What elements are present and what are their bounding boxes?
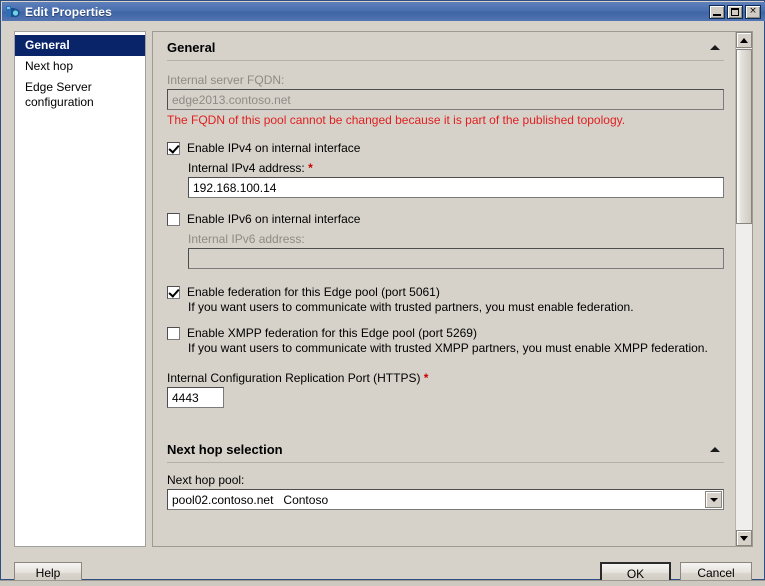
navigation-list[interactable]: General Next hop Edge Server configurati…	[14, 31, 146, 547]
enable-federation-row[interactable]: Enable federation for this Edge pool (po…	[167, 285, 724, 299]
ipv6-address-label: Internal IPv6 address:	[188, 232, 305, 246]
replication-port-group: Internal Configuration Replication Port …	[167, 371, 724, 408]
maximize-button[interactable]	[727, 4, 743, 19]
enable-federation-checkbox[interactable]	[167, 286, 180, 299]
desktop-background-strip	[0, 580, 765, 586]
replication-port-required-marker: *	[423, 371, 429, 385]
title-bar[interactable]: Edit Properties ×	[2, 2, 765, 21]
ipv4-address-label: Internal IPv4 address: *	[188, 161, 724, 175]
section-header-general[interactable]: General	[167, 40, 724, 61]
window-title: Edit Properties	[25, 4, 112, 19]
ipv6-field-group: Internal IPv6 address:	[188, 232, 724, 269]
minimize-button[interactable]	[709, 4, 725, 19]
section-title-general: General	[167, 40, 216, 55]
settings-scroll-area: General Internal server FQDN: The FQDN o…	[153, 32, 736, 546]
fqdn-label: Internal server FQDN:	[167, 73, 285, 87]
sidebar-item-edge-server-configuration[interactable]: Edge Server configuration	[15, 77, 145, 113]
enable-ipv6-checkbox[interactable]	[167, 213, 180, 226]
enable-xmpp-federation-row[interactable]: Enable XMPP federation for this Edge poo…	[167, 326, 724, 340]
settings-panel: General Internal server FQDN: The FQDN o…	[152, 31, 753, 547]
sidebar-item-general[interactable]: General	[15, 35, 145, 56]
edit-properties-dialog: Edit Properties × General Next hop Edge …	[0, 0, 765, 585]
internal-ipv4-address-input[interactable]	[188, 177, 724, 198]
internal-ipv6-address-input	[188, 248, 724, 269]
federation-description: If you want users to communicate with tr…	[188, 300, 634, 314]
ipv4-address-label-text: Internal IPv4 address:	[188, 161, 305, 175]
enable-ipv4-checkbox[interactable]	[167, 142, 180, 155]
chevron-up-icon-next-hop[interactable]	[710, 447, 720, 452]
replication-port-input[interactable]	[167, 387, 224, 408]
enable-ipv6-label: Enable IPv6 on internal interface	[187, 212, 361, 226]
settings-scrollbar[interactable]	[735, 32, 752, 546]
ipv4-field-group: Internal IPv4 address: *	[188, 161, 724, 198]
fqdn-error-message: The FQDN of this pool cannot be changed …	[167, 113, 626, 127]
enable-federation-label: Enable federation for this Edge pool (po…	[187, 285, 440, 299]
next-hop-pool-select[interactable]: pool02.contoso.net Contoso	[167, 489, 724, 510]
section-header-next-hop-selection[interactable]: Next hop selection	[167, 442, 724, 463]
enable-xmpp-federation-label: Enable XMPP federation for this Edge poo…	[187, 326, 477, 340]
lync-edge-icon	[5, 4, 21, 20]
enable-ipv4-row[interactable]: Enable IPv4 on internal interface	[167, 141, 724, 155]
enable-xmpp-federation-checkbox[interactable]	[167, 327, 180, 340]
scroll-down-button[interactable]	[736, 530, 752, 546]
ipv4-required-marker: *	[308, 161, 313, 175]
xmpp-federation-description: If you want users to communicate with tr…	[188, 341, 708, 355]
sidebar-item-next-hop[interactable]: Next hop	[15, 56, 145, 77]
next-hop-pool-value: pool02.contoso.net Contoso	[172, 492, 329, 507]
dialog-body: General Next hop Edge Server configurati…	[2, 21, 765, 585]
internal-server-fqdn-input	[167, 89, 724, 110]
chevron-up-icon[interactable]	[710, 45, 720, 50]
scroll-up-button[interactable]	[736, 32, 752, 48]
replication-port-label: Internal Configuration Replication Port …	[167, 371, 724, 385]
section-title-next-hop-selection: Next hop selection	[167, 442, 283, 457]
scrollbar-thumb[interactable]	[736, 49, 752, 224]
close-glyph: ×	[749, 6, 757, 16]
fqdn-field-group: Internal server FQDN: The FQDN of this p…	[167, 73, 724, 127]
close-icon[interactable]: ×	[745, 4, 761, 19]
chevron-down-icon[interactable]	[705, 491, 722, 508]
enable-ipv4-label: Enable IPv4 on internal interface	[187, 141, 361, 155]
next-hop-pool-group: Next hop pool: pool02.contoso.net Contos…	[167, 473, 724, 510]
replication-port-label-text: Internal Configuration Replication Port …	[167, 371, 421, 385]
next-hop-pool-label: Next hop pool:	[167, 473, 245, 487]
enable-ipv6-row[interactable]: Enable IPv6 on internal interface	[167, 212, 724, 226]
window-controls: ×	[709, 4, 765, 19]
